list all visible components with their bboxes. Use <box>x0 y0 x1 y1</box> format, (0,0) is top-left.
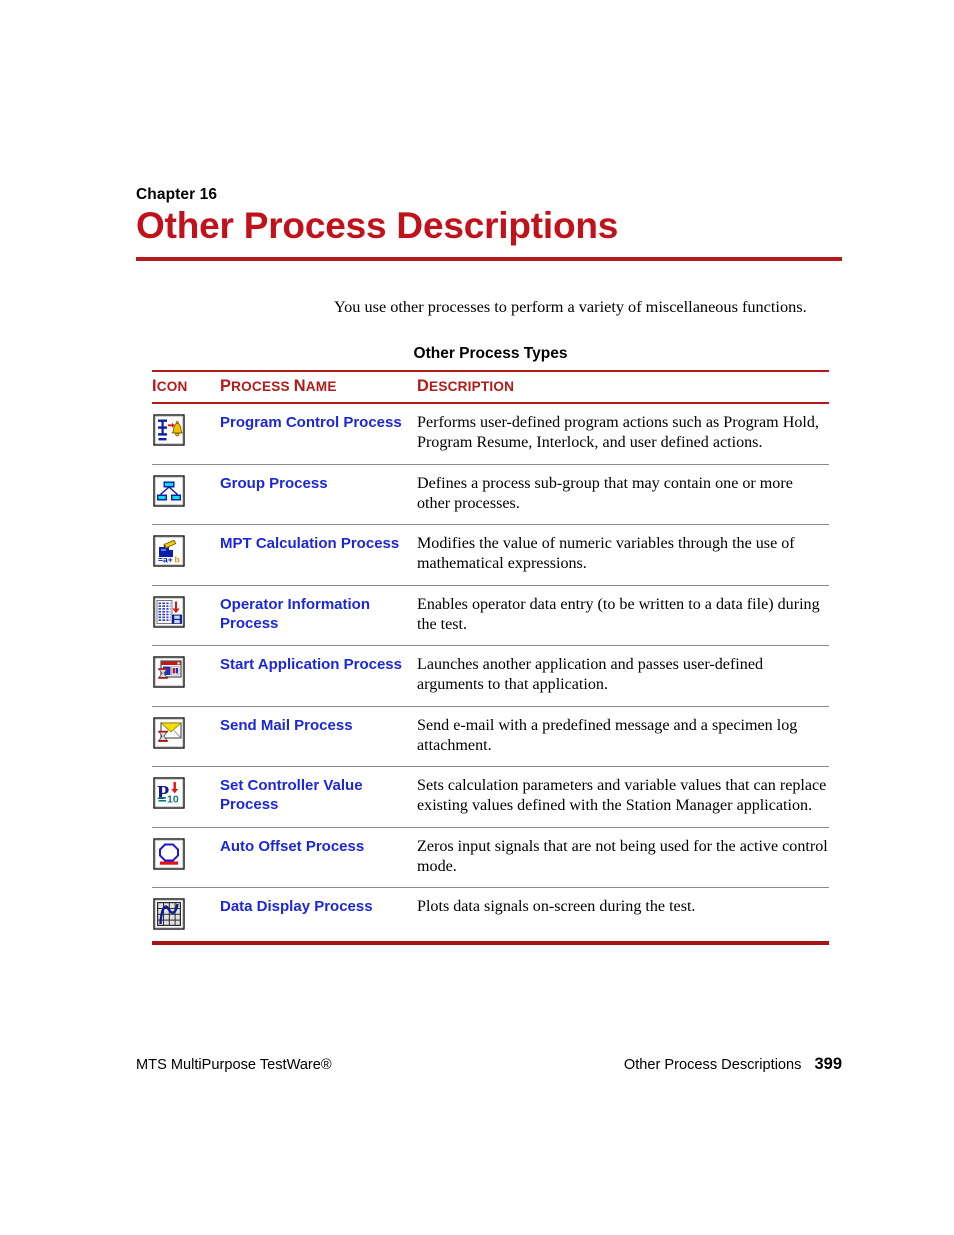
row-icon-cell: P 10 <box>152 766 220 828</box>
table-row: Program Control Process Performs user-de… <box>152 403 829 465</box>
page-number: 399 <box>814 1055 842 1073</box>
header-desc-rest: ESCRIPTION <box>429 379 515 394</box>
process-name: Start Application Process <box>220 645 417 707</box>
intro-paragraph: You use other processes to perform a var… <box>334 297 807 316</box>
title-divider <box>136 257 842 262</box>
start-application-process-icon <box>153 656 185 688</box>
process-name: Set Controller Value Process <box>220 766 417 828</box>
svg-text:10: 10 <box>167 794 179 806</box>
table-row: Auto Offset Process Zeros input signals … <box>152 827 829 889</box>
send-mail-process-icon <box>153 717 185 749</box>
row-icon-cell <box>152 645 220 707</box>
operator-information-process-icon <box>153 595 185 628</box>
mpt-calculation-process-icon: =a+ b <box>153 535 185 567</box>
header-name-rest: ROCESS <box>231 379 294 394</box>
process-name: MPT Calculation Process <box>220 524 417 586</box>
row-icon-cell <box>152 706 220 768</box>
process-name: Data Display Process <box>220 898 373 916</box>
footer-right-group: Other Process Descriptions 399 <box>624 1055 842 1074</box>
row-icon-cell: =a+ b <box>152 524 220 586</box>
process-name: Group Process <box>220 464 417 526</box>
process-description: Zeros input signals that are not being u… <box>417 827 829 889</box>
column-header-icon: ICON <box>152 370 220 404</box>
table-caption: Other Process Types <box>413 345 568 362</box>
data-display-process-icon <box>153 898 185 930</box>
process-description: Performs user-defined program actions su… <box>417 403 829 465</box>
svg-text:b: b <box>175 555 180 565</box>
table-row: Group Process Defines a process sub-grou… <box>152 464 829 526</box>
process-description: Plots data signals on-screen during the … <box>417 898 696 916</box>
set-controller-value-process-icon: P 10 <box>153 777 185 809</box>
process-description: Send e-mail with a predefined message an… <box>417 706 829 768</box>
process-description: Launches another application and passes … <box>417 645 829 707</box>
footer-chapter-name: Other Process Descriptions <box>623 1057 802 1073</box>
document-page: Chapter 16 Other Process Descriptions Yo… <box>0 0 954 1235</box>
row-icon-cell <box>152 464 220 526</box>
program-control-process-icon <box>153 414 185 446</box>
header-name-cap: P <box>220 377 232 395</box>
table-row: =a+ b MPT Calculation Process Modifies t… <box>152 524 829 586</box>
process-name: Operator Information Process <box>220 585 417 647</box>
process-description: Enables operator data entry (to be writt… <box>417 585 829 647</box>
header-name-rest2: AME <box>305 379 337 394</box>
column-header-process-name: PROCESS NAME <box>220 370 417 404</box>
page-title: Other Process Descriptions <box>136 205 619 247</box>
chapter-number: Chapter 16 <box>136 186 218 203</box>
row-icon-cell <box>152 403 220 465</box>
table-row: Start Application Process Launches anoth… <box>152 645 829 707</box>
table-row: Data Display Process Plots data signals … <box>152 888 829 942</box>
row-icon-cell <box>152 585 220 647</box>
header-icon-rest: CON <box>156 379 188 394</box>
row-icon-cell <box>152 827 220 889</box>
header-desc-cap: D <box>417 377 430 395</box>
group-process-icon <box>153 474 185 507</box>
process-description: Sets calculation parameters and variable… <box>417 766 829 828</box>
process-description: Defines a process sub-group that may con… <box>417 464 829 526</box>
table-row: Operator Information Process Enables ope… <box>152 585 829 647</box>
table-header-row: ICON PROCESS NAME DESCRIPTION <box>152 370 829 404</box>
chapter-header: Chapter 16 Other Process Descriptions <box>136 186 842 262</box>
page-footer: MTS MultiPurpose TestWare® Other Process… <box>136 1055 842 1074</box>
auto-offset-process-icon <box>153 838 185 870</box>
process-description: Modifies the value of numeric variables … <box>417 524 829 586</box>
row-icon-cell <box>152 888 220 942</box>
table-bottom-divider <box>152 941 829 945</box>
table-row: P 10 Set Controller Value Process Sets c… <box>152 766 829 828</box>
footer-product-name: MTS MultiPurpose TestWare® <box>136 1057 332 1073</box>
process-types-table-container: Other Process Types ICON PROCESS NAME DE… <box>152 345 829 945</box>
process-types-table: ICON PROCESS NAME DESCRIPTION Program Co… <box>152 370 829 941</box>
column-header-description: DESCRIPTION <box>417 370 829 404</box>
process-name: Send Mail Process <box>220 706 417 768</box>
process-name: Program Control Process <box>220 403 417 465</box>
process-name: Auto Offset Process <box>220 827 417 889</box>
header-name-cap2: N <box>293 377 306 395</box>
table-row: Send Mail Process Send e-mail with a pre… <box>152 706 829 768</box>
svg-text:=a+: =a+ <box>158 555 173 565</box>
